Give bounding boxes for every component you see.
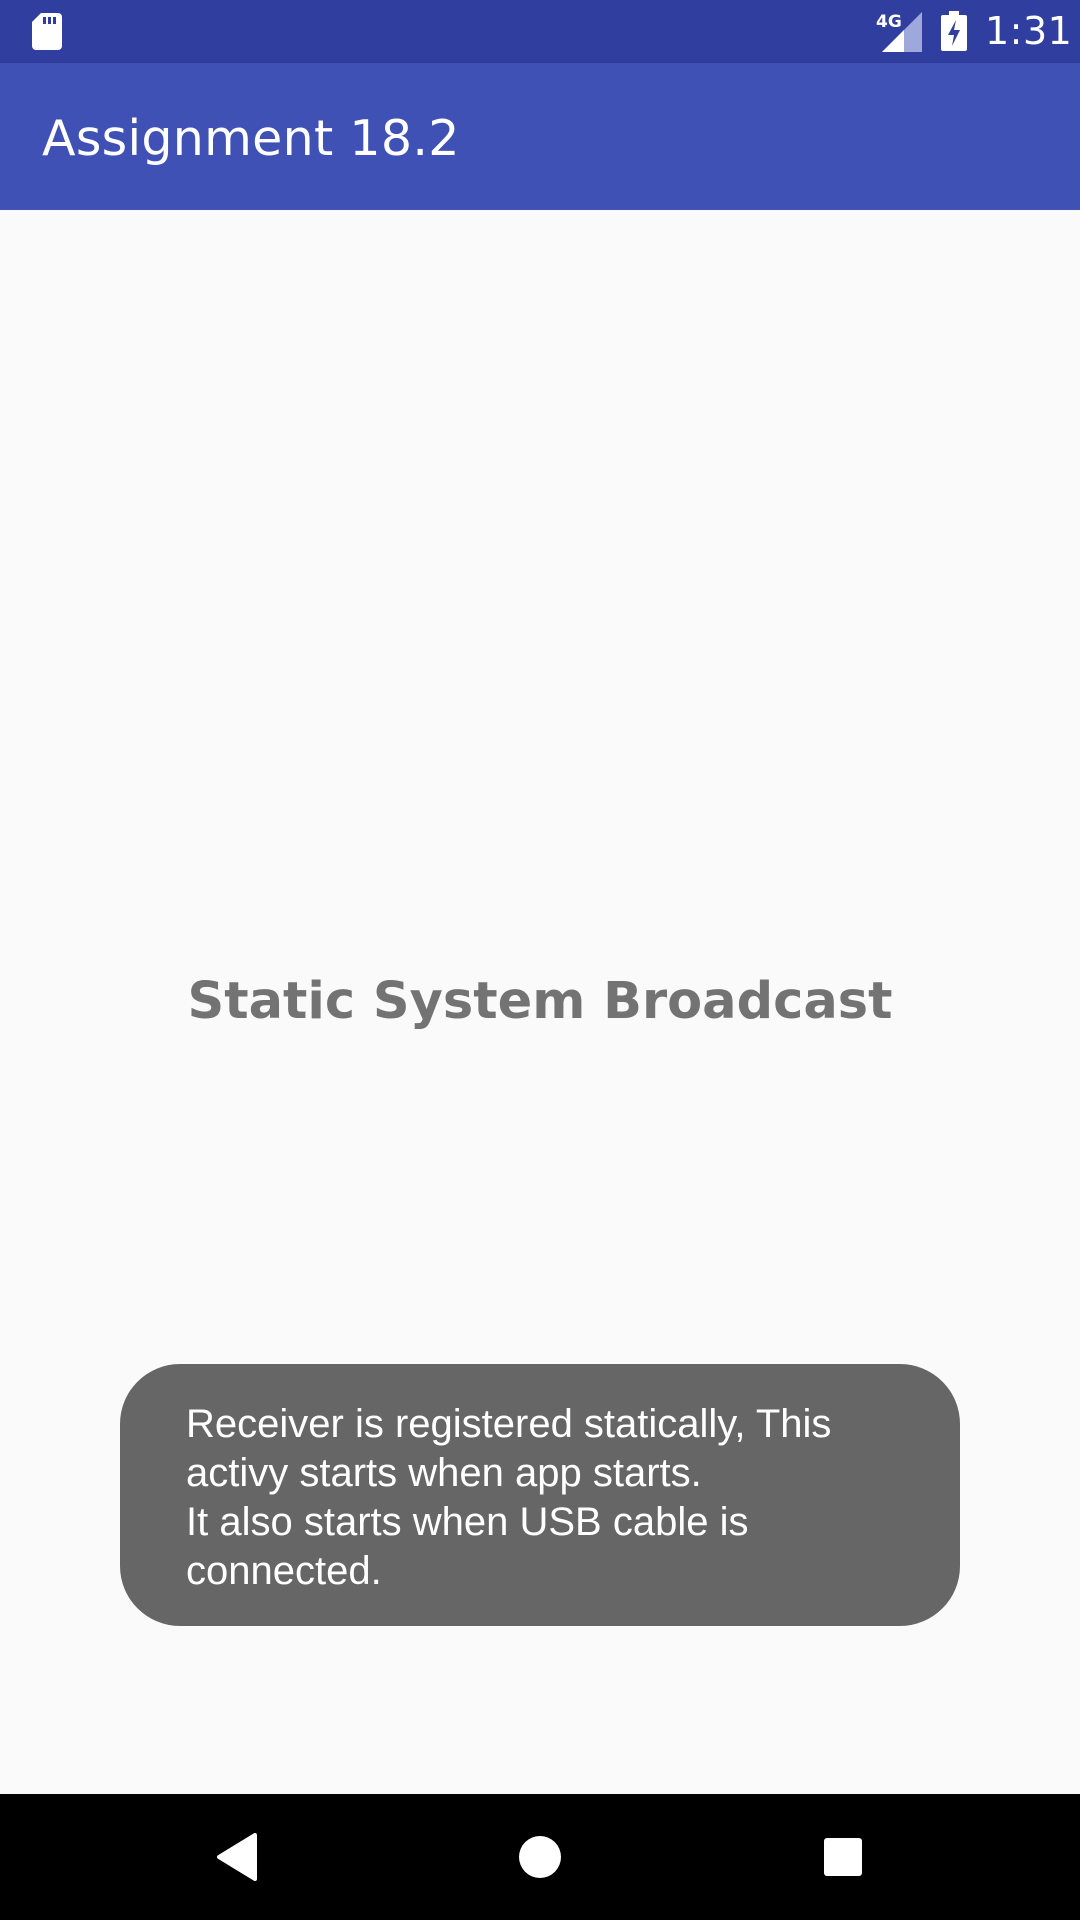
recents-icon <box>824 1838 862 1876</box>
back-icon <box>217 1833 257 1881</box>
back-button[interactable] <box>177 1794 297 1920</box>
battery-charging-icon <box>941 11 967 51</box>
status-clock: 1:31 <box>985 9 1073 53</box>
sd-card-icon <box>32 13 62 50</box>
home-icon <box>519 1836 561 1878</box>
app-bar: Assignment 18.2 <box>0 63 1080 210</box>
toast-text: Receiver is registered statically, This … <box>186 1402 832 1593</box>
network-type-label: 4G <box>876 12 902 32</box>
navigation-bar <box>0 1794 1080 1920</box>
recents-button[interactable] <box>783 1794 903 1920</box>
home-button[interactable] <box>480 1794 600 1920</box>
toast-message: Receiver is registered statically, This … <box>120 1364 960 1626</box>
app-title: Assignment 18.2 <box>42 110 460 167</box>
page-heading: Static System Broadcast <box>187 972 893 1031</box>
status-bar: 4G 1:31 <box>0 0 1080 63</box>
